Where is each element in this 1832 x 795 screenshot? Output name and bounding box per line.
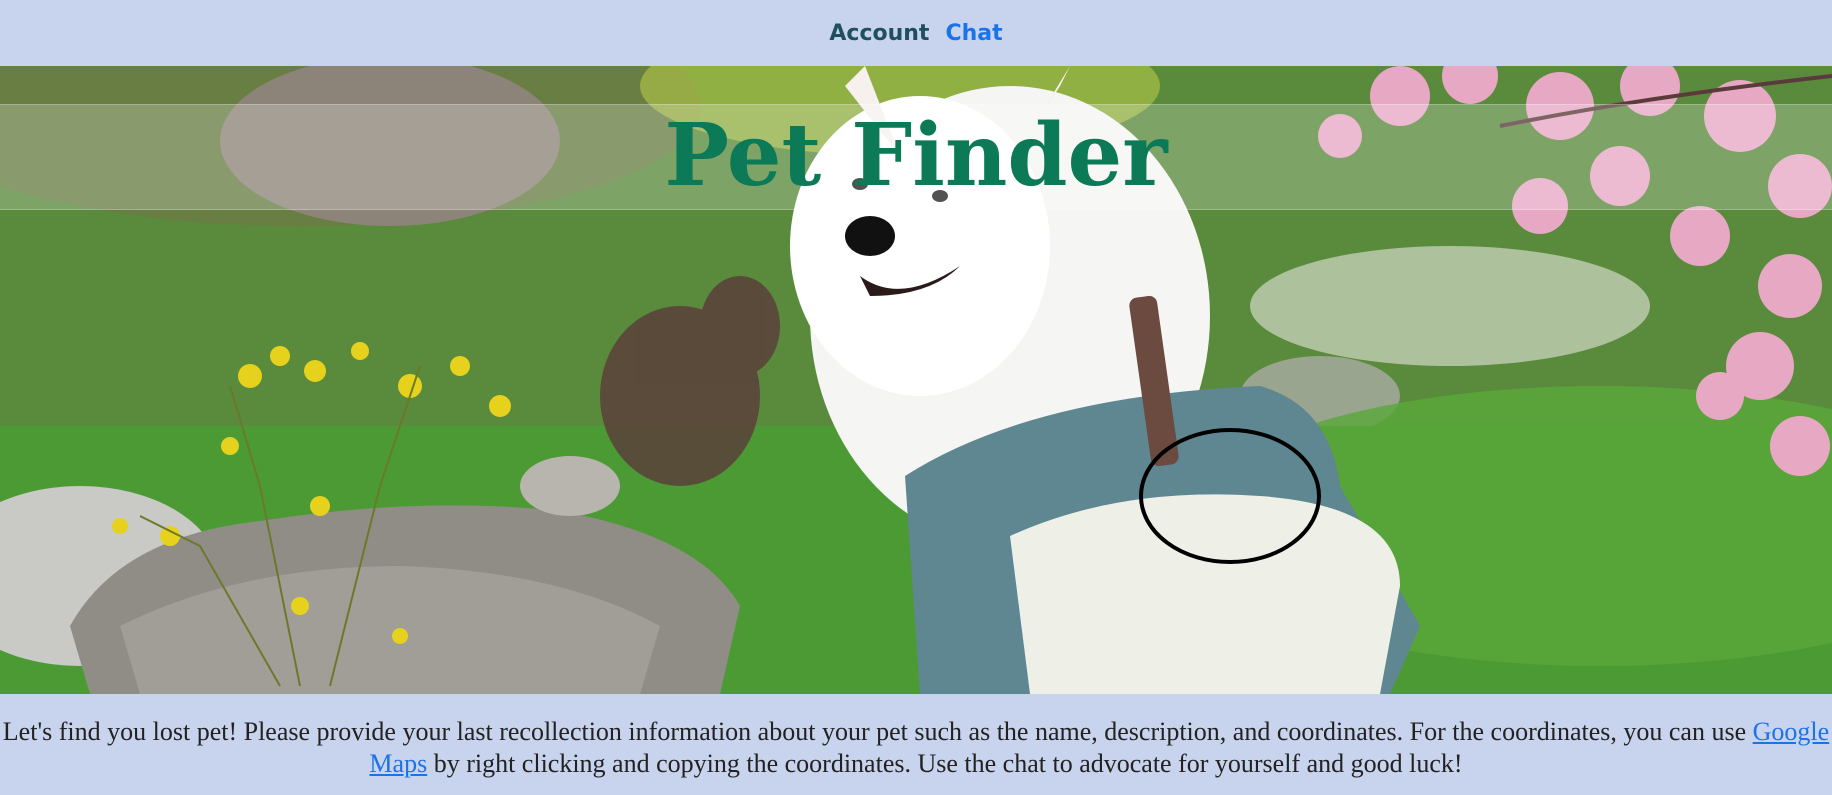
intro-text-after-link: by right clicking and copying the coordi… bbox=[427, 749, 1463, 778]
nav-account-link[interactable]: Account bbox=[829, 21, 929, 46]
top-navbar: Account Chat bbox=[0, 0, 1832, 66]
intro-text-before-link: Let's find you lost pet! Please provide … bbox=[2, 717, 1753, 746]
nav-chat-link[interactable]: Chat bbox=[945, 21, 1002, 46]
page-title: Pet Finder bbox=[664, 105, 1168, 206]
intro-text: Let's find you lost pet! Please provide … bbox=[0, 694, 1832, 795]
hero-banner: Pet Finder bbox=[0, 66, 1832, 694]
